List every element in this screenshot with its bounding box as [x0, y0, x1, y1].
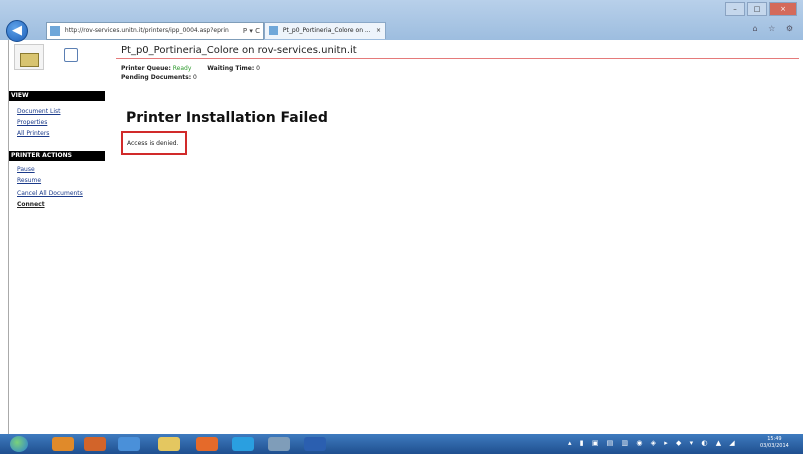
internet-explorer-icon[interactable]: [118, 437, 140, 451]
firefox-icon[interactable]: [52, 437, 74, 451]
sidebar-link-document-list[interactable]: Document List: [17, 108, 60, 115]
sidebar-header-printer-actions: PRINTER ACTIONS: [9, 151, 105, 161]
printer-queue-label: Printer Queue:: [121, 65, 171, 72]
tab-favicon-icon: [269, 26, 278, 35]
pending-documents-value: 0: [193, 74, 197, 81]
network-icon[interactable]: [268, 437, 290, 451]
title-divider: [116, 58, 799, 59]
browser-tab[interactable]: Pt_p0_Portineria_Colore on ... ×: [264, 22, 386, 39]
media-player-icon[interactable]: [196, 437, 218, 451]
sidebar-link-properties[interactable]: Properties: [17, 119, 47, 126]
address-bar[interactable]: http://rov-services.unitn.it/printers/ip…: [46, 22, 264, 40]
page-left-border: [8, 40, 9, 434]
sidebar-link-cancel-all-documents[interactable]: Cancel All Documents: [17, 190, 83, 197]
waiting-time-label: Waiting Time:: [207, 65, 255, 72]
printer-icon: [20, 53, 39, 67]
word-icon[interactable]: [304, 437, 326, 451]
error-title: Printer Installation Failed: [126, 110, 328, 126]
tab-title: Pt_p0_Portineria_Colore on ...: [282, 27, 371, 34]
tab-close-icon[interactable]: ×: [376, 23, 381, 39]
sidebar-link-all-printers[interactable]: All Printers: [17, 130, 49, 137]
page-favicon-icon: [50, 26, 60, 36]
status-row: Printer Queue: Ready Waiting Time: 0: [121, 65, 260, 72]
waiting-time-value: 0: [256, 65, 260, 72]
system-tray-icons[interactable]: ▴ ▮ ▣ ▤ ▥ ◉ ◈ ▸ ◆ ▾ ◐ ▲ ◢: [568, 439, 738, 447]
back-arrow-icon: ◀: [12, 23, 22, 38]
back-button[interactable]: ◀: [6, 20, 28, 42]
pending-documents-label: Pending Documents:: [121, 74, 192, 81]
sidebar-link-resume[interactable]: Resume: [17, 177, 41, 184]
sidebar-header-view: VIEW: [9, 91, 105, 101]
printer-logo: [14, 44, 44, 70]
clock-time: 15:49: [767, 436, 782, 442]
minimize-button[interactable]: –: [725, 2, 745, 16]
sidebar-link-pause[interactable]: Pause: [17, 166, 35, 173]
folder-icon[interactable]: [158, 437, 180, 451]
system-clock[interactable]: 15:49 03/03/2014: [760, 436, 789, 450]
close-window-button[interactable]: ×: [769, 2, 797, 16]
start-button[interactable]: [10, 436, 28, 452]
address-controls[interactable]: P ▾ C: [243, 23, 260, 39]
window-outline-icon: [64, 48, 78, 62]
clock-date: 03/03/2014: [760, 443, 789, 449]
address-url[interactable]: http://rov-services.unitn.it/printers/ip…: [65, 23, 233, 39]
toolbar-icons[interactable]: ⌂ ☆ ⚙: [752, 24, 797, 33]
media-icon[interactable]: [84, 437, 106, 451]
pending-row: Pending Documents: 0: [121, 74, 197, 81]
page-title: Pt_p0_Portineria_Colore on rov-services.…: [121, 45, 357, 56]
error-message: Access is denied.: [127, 140, 179, 147]
window-controls: – □ ×: [725, 2, 797, 16]
skype-icon[interactable]: [232, 437, 254, 451]
browser-window: ◀ http://rov-services.unitn.it/printers/…: [0, 0, 803, 434]
maximize-button[interactable]: □: [747, 2, 767, 16]
browser-titlebar: ◀ http://rov-services.unitn.it/printers/…: [0, 0, 803, 42]
printer-queue-value: Ready: [172, 65, 192, 72]
sidebar-link-connect[interactable]: Connect: [17, 201, 45, 208]
